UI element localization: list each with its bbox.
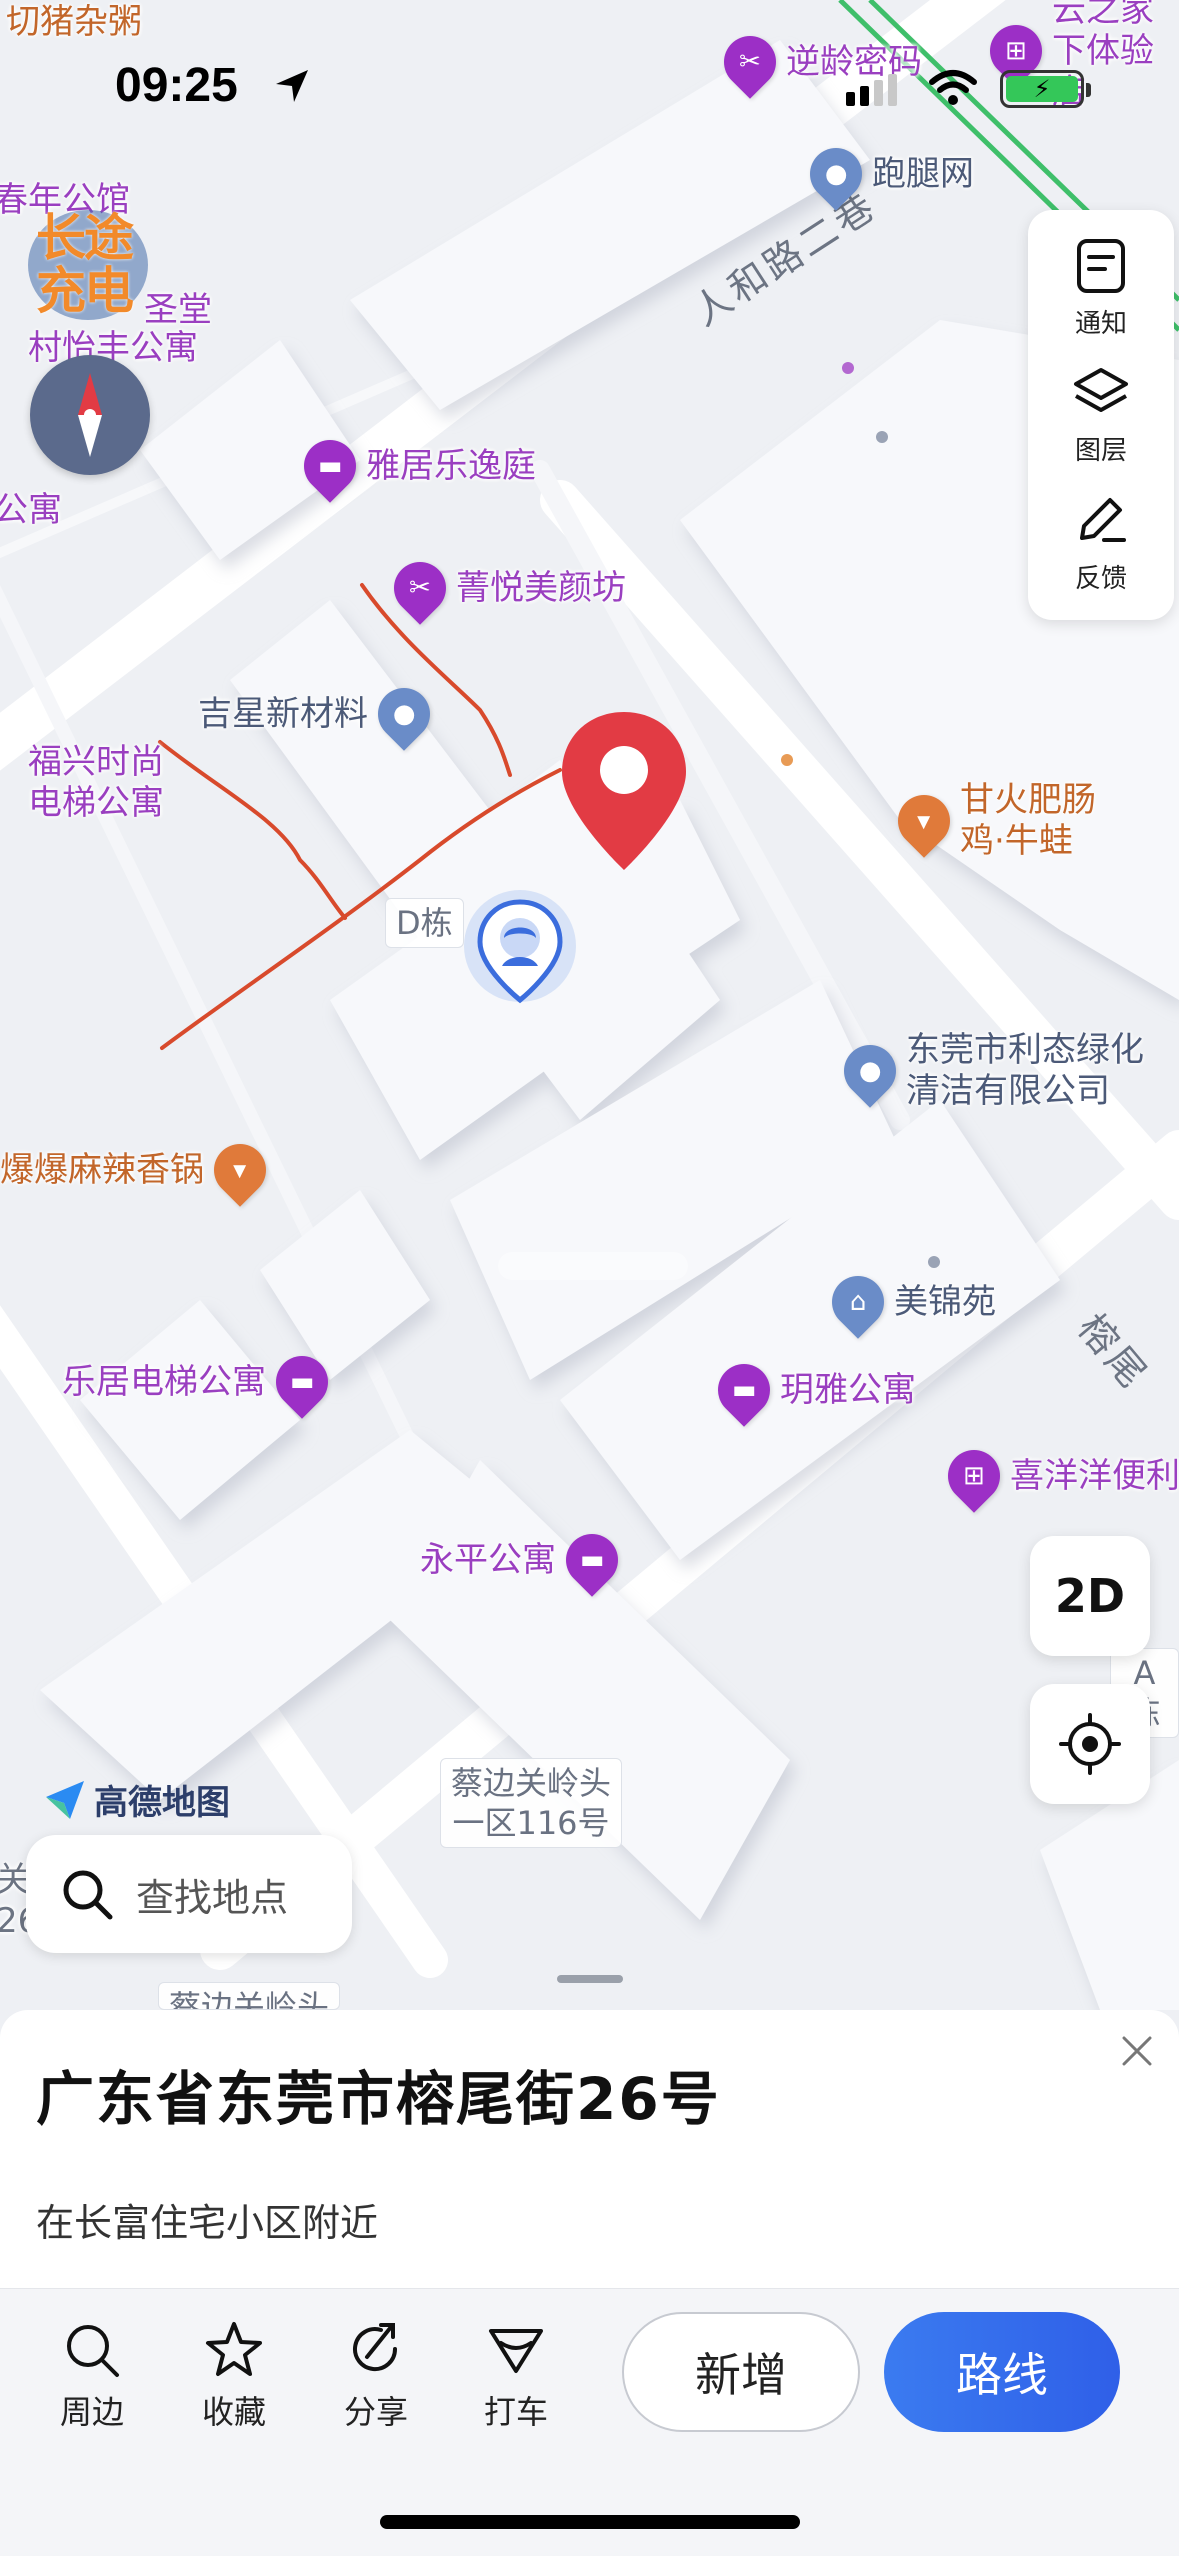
poi-food[interactable]: ▾ 爆爆麻辣香锅 [0, 1133, 277, 1207]
share-icon [353, 2323, 398, 2372]
poi-place[interactable]: ● 跑腿网 [799, 137, 974, 211]
locate-me-button[interactable] [1030, 1684, 1150, 1804]
place-icon: ● [367, 677, 441, 751]
place-icon: ● [799, 137, 873, 211]
star-icon [206, 2322, 262, 2376]
taxi-button[interactable]: 打车 [466, 2319, 566, 2433]
map-watermark [498, 1252, 688, 1280]
poi-hotel[interactable]: 福兴时尚 电梯公寓 [28, 742, 164, 824]
hotel-icon: ▬ [293, 429, 367, 503]
destination-pin-icon[interactable] [558, 708, 690, 874]
amap-logo-icon [46, 1780, 84, 1819]
location-arrow-icon [276, 70, 308, 102]
home-icon: ⌂ [821, 1265, 895, 1339]
place-nearby-text: 在长富住宅小区附近 [36, 2201, 379, 2245]
compass-icon[interactable] [30, 355, 150, 475]
add-button[interactable]: 新增 [622, 2312, 860, 2432]
wifi-icon [929, 70, 977, 105]
user-location-icon[interactable] [462, 888, 578, 1018]
poi-hotel[interactable]: ▬ 乐居电梯公寓 [62, 1345, 339, 1419]
poi-food[interactable]: 切猪杂粥 [6, 2, 142, 43]
nearby-button[interactable]: 周边 [42, 2319, 142, 2433]
poi-hotel[interactable]: ▬ 永平公寓 [420, 1523, 629, 1597]
crosshair-icon [1059, 1713, 1121, 1775]
cellular-signal-icon [846, 74, 897, 106]
hotel-icon: ▬ [555, 1523, 629, 1597]
sheet-grabber[interactable] [557, 1975, 623, 1983]
favorite-button[interactable]: 收藏 [184, 2319, 284, 2433]
place-icon: ● [833, 1034, 907, 1108]
search-icon [63, 1870, 113, 1920]
map-view[interactable]: 人和路二巷 榕尾 D栋 A栋 蔡边关岭头 一区116号 蔡边关岭头 春年公馆 圣… [0, 0, 1179, 2010]
search-placeholder: 查找地点 [136, 1875, 289, 1920]
home-indicator[interactable] [380, 2515, 800, 2529]
food-icon: ▾ [887, 784, 961, 858]
poi-label-partial: 圣堂 [144, 290, 212, 330]
poi-label-partial: 公寓 [0, 490, 62, 530]
hotel-icon: ▬ [265, 1345, 339, 1419]
building-tag-partial: 蔡边关岭头 [158, 1982, 341, 2010]
poi-cart[interactable]: ⊞ 喜洋洋便利 [937, 1439, 1179, 1513]
building-tag-address: 蔡边关岭头 一区116号 [440, 1758, 623, 1848]
taxi-icon [489, 2329, 543, 2373]
hotel-icon: ▬ [707, 1353, 781, 1427]
search-icon [67, 2325, 119, 2377]
building-tag-d: D栋 [385, 898, 464, 948]
status-time: 09:25 [115, 59, 238, 112]
poi-home[interactable]: ⌂ 美锦苑 [821, 1265, 996, 1339]
notify-button[interactable]: 通知 [1070, 235, 1132, 340]
scissors-icon: ✂ [383, 551, 457, 625]
view-2d-button[interactable]: 2D [1030, 1536, 1150, 1656]
feedback-button[interactable]: 反馈 [1070, 490, 1132, 595]
notification-icon [1077, 239, 1125, 294]
map-tools-panel: 通知 图层 反馈 [1028, 210, 1174, 620]
poi-place[interactable]: ● 吉星新材料 [198, 677, 441, 751]
status-bar: 09:25 ⚡ [0, 40, 1179, 130]
share-button[interactable]: 分享 [326, 2319, 426, 2433]
poi-hotel[interactable]: ▬ 雅居乐逸庭 [293, 429, 536, 503]
poi-food[interactable]: ▾ 甘火肥肠 鸡·牛蛙 [887, 780, 1096, 862]
cart-icon: ⊞ [937, 1439, 1011, 1513]
battery-icon: ⚡ [1000, 70, 1091, 108]
layers-button[interactable]: 图层 [1070, 362, 1132, 467]
edit-icon [1080, 497, 1126, 542]
search-box[interactable]: 查找地点 [26, 1835, 352, 1953]
close-icon[interactable] [1118, 2032, 1156, 2070]
amap-brand: 高德地图 [44, 1775, 230, 1824]
poi-place[interactable]: ● 东莞市利态绿化 清洁有限公司 [833, 1030, 1144, 1112]
food-icon: ▾ [203, 1133, 277, 1207]
charge-badge[interactable]: 长途 充电 [28, 210, 148, 320]
route-button[interactable]: 路线 [884, 2312, 1120, 2432]
poi-scissors[interactable]: ✂ 菁悦美颜坊 [383, 551, 626, 625]
layers-icon [1074, 368, 1128, 413]
poi-hotel[interactable]: ▬ 玥雅公寓 [707, 1353, 916, 1427]
place-address: 广东省东莞市榕尾街26号 [36, 2065, 721, 2133]
